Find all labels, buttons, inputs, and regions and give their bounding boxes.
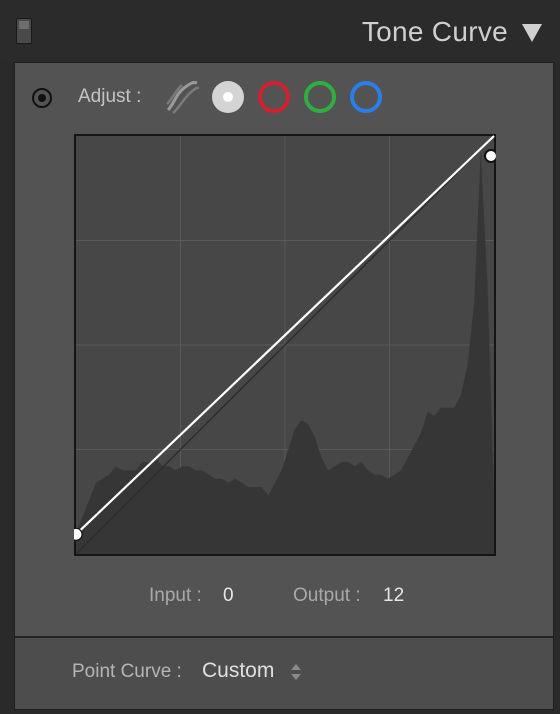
point-curve-label: Point Curve :	[72, 661, 182, 682]
input-value: 0	[223, 585, 234, 606]
stepper-icon[interactable]	[290, 662, 302, 682]
parametric-curve-icon[interactable]	[164, 80, 200, 114]
point-curve-rgb-icon[interactable]	[212, 81, 244, 113]
red-channel-icon[interactable]	[258, 81, 290, 113]
curve-point-white[interactable]	[484, 149, 496, 163]
blue-channel-icon[interactable]	[350, 81, 382, 113]
collapse-triangle-icon[interactable]	[522, 24, 542, 42]
target-icon[interactable]	[32, 88, 52, 108]
curve-point-black[interactable]	[74, 527, 83, 541]
panel-header[interactable]: Tone Curve	[0, 0, 560, 62]
green-channel-icon[interactable]	[304, 81, 336, 113]
point-curve-select[interactable]: Custom	[202, 659, 274, 683]
panel-toggle-icon[interactable]	[16, 18, 32, 44]
panel-title: Tone Curve	[361, 16, 508, 47]
output-label: Output :	[293, 585, 361, 606]
adjust-label: Adjust :	[78, 86, 142, 107]
output-value: 12	[383, 585, 405, 606]
input-label: Input :	[149, 585, 202, 606]
tone-curve-graph[interactable]	[74, 134, 496, 556]
